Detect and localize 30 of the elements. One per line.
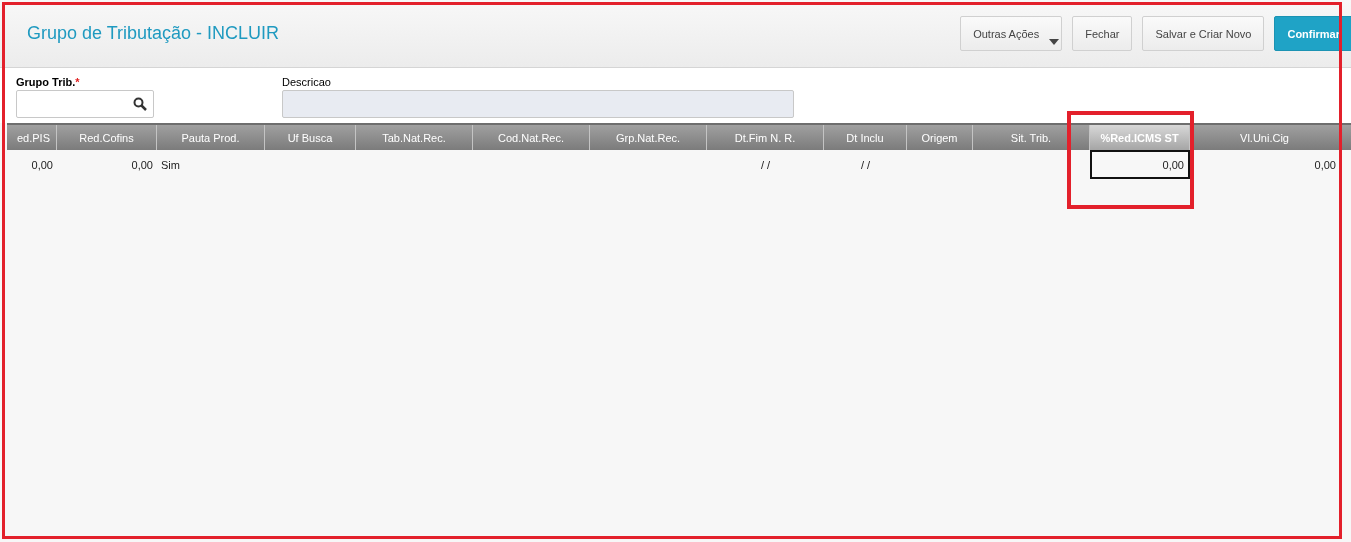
search-icon	[133, 97, 147, 111]
column-header[interactable]: %Red.ICMS ST	[1090, 125, 1190, 150]
caret-icon	[1049, 39, 1060, 45]
column-header[interactable]: Dt.Fim N. R.	[707, 125, 824, 150]
input-field[interactable]	[282, 90, 794, 118]
table-cell: / /	[760, 159, 771, 171]
field-label: Descricao	[282, 76, 332, 90]
column-header[interactable]: Cod.Nat.Rec.	[473, 125, 590, 150]
column-header[interactable]: Pauta Prod.	[157, 125, 265, 150]
column-header[interactable]: Dt Inclu	[824, 125, 907, 150]
column-header[interactable]: Tab.Nat.Rec.	[356, 125, 473, 150]
column-header[interactable]: ed.PIS	[7, 125, 57, 150]
column-header[interactable]: Red.Cofins	[57, 125, 157, 150]
table-cell: 0,00	[1314, 159, 1336, 171]
table-cell: Sim	[161, 159, 180, 171]
table-cell: / /	[860, 159, 871, 171]
table-cell: 0,00	[1162, 158, 1184, 171]
table-cell: 0,00	[131, 159, 153, 171]
page-title: Grupo de Tributação - INCLUIR	[27, 23, 280, 44]
action-button[interactable]: Salvar e Criar Novo	[1142, 16, 1265, 51]
table-cell: 0,00	[31, 159, 53, 171]
column-header[interactable]: Vl.Uni.Cig	[1190, 125, 1340, 150]
column-header[interactable]: Origem	[907, 125, 973, 150]
action-button[interactable]: Outras Ações	[960, 16, 1063, 51]
field-label: Grupo Trib.*	[16, 76, 81, 90]
column-header[interactable]: Uf Busca	[265, 125, 356, 150]
input-field[interactable]	[16, 90, 154, 118]
action-button[interactable]: Confirmar	[1274, 16, 1351, 51]
column-header[interactable]: Grp.Nat.Rec.	[590, 125, 707, 150]
action-button[interactable]: Fechar	[1072, 16, 1133, 51]
